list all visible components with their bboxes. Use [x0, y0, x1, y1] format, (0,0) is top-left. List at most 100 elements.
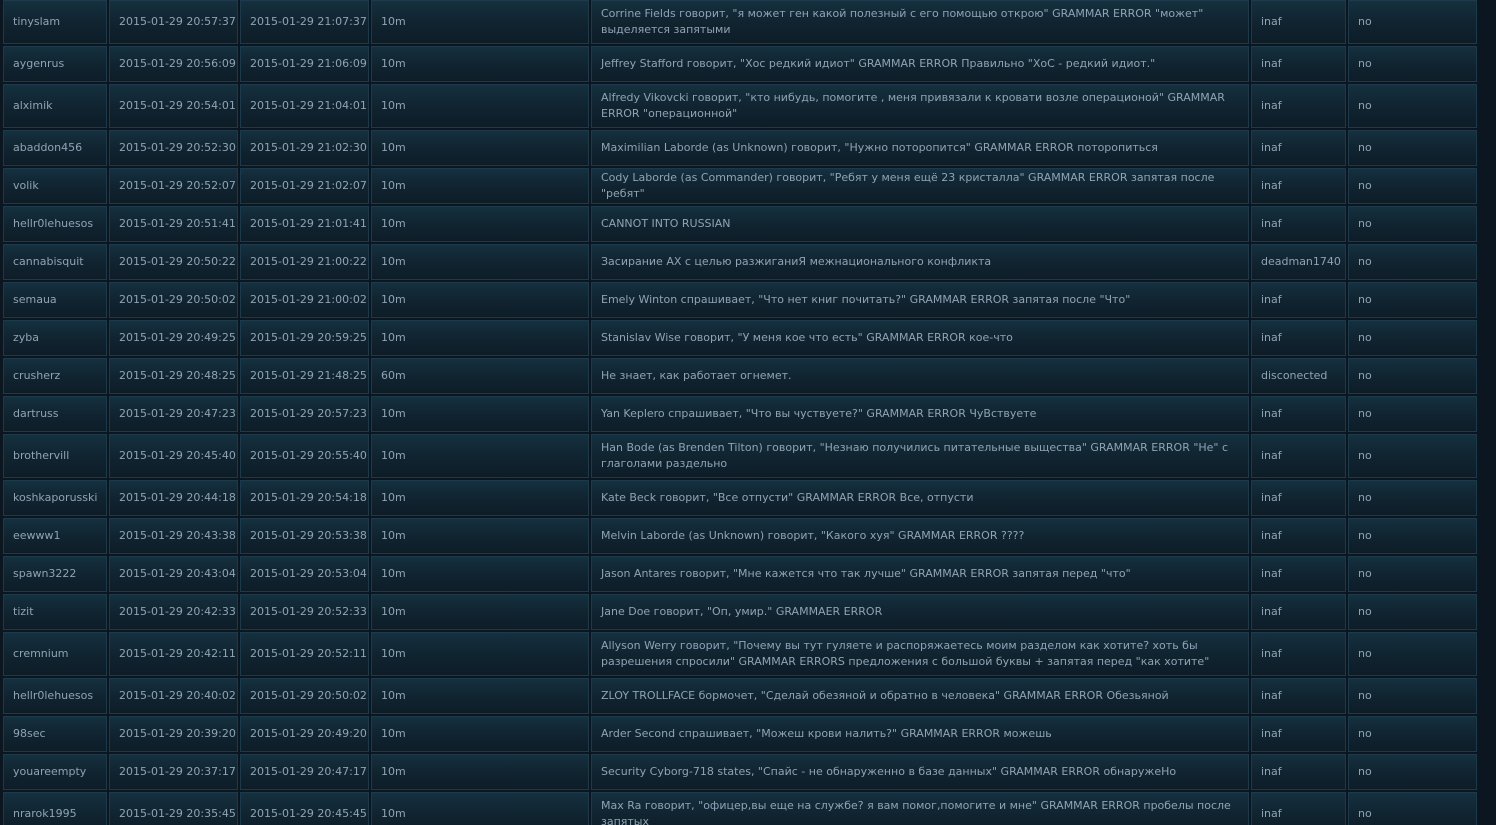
cell-reason: Max Ra говорит, "офицер,вы еще на службе… [591, 792, 1249, 825]
table-row: cannabisquit 2015-01-29 20:50:22 2015-01-2… [3, 244, 1477, 280]
cell-unbanned: no [1348, 46, 1477, 82]
cell-ban-date: 2015-01-29 20:54:01 [109, 84, 238, 128]
cell-unbanned: no [1348, 480, 1477, 516]
cell-admin: inaf [1251, 396, 1346, 432]
cell-expire-date: 2015-01-29 21:04:01 [240, 84, 369, 128]
ban-list-page: tinyslam 2015-01-29 20:57:37 2015-01-29 21… [0, 0, 1496, 825]
cell-admin: disconected [1251, 358, 1346, 394]
cell-admin: inaf [1251, 632, 1346, 676]
cell-expire-date: 2015-01-29 21:48:25 [240, 358, 369, 394]
cell-ban-date: 2015-01-29 20:52:30 [109, 130, 238, 166]
cell-duration: 10m [371, 480, 589, 516]
cell-unbanned: no [1348, 518, 1477, 554]
cell-expire-date: 2015-01-29 21:00:22 [240, 244, 369, 280]
cell-admin: inaf [1251, 480, 1346, 516]
table-row: crusherz 2015-01-29 20:48:25 2015-01-29 21… [3, 358, 1477, 394]
cell-duration: 10m [371, 754, 589, 790]
table-row: volik 2015-01-29 20:52:07 2015-01-29 21:02… [3, 168, 1477, 204]
cell-ckey: crusherz [3, 358, 107, 394]
cell-duration: 10m [371, 0, 589, 44]
table-row: koshkaporusski 2015-01-29 20:44:18 2015-01… [3, 480, 1477, 516]
cell-unbanned: no [1348, 358, 1477, 394]
cell-ckey: hellr0lehuesos [3, 206, 107, 242]
cell-expire-date: 2015-01-29 20:57:23 [240, 396, 369, 432]
cell-expire-date: 2015-01-29 20:54:18 [240, 480, 369, 516]
cell-unbanned: no [1348, 320, 1477, 356]
cell-reason: ZLOY TROLLFACE бормочет, "Сделай обезяно… [591, 678, 1249, 714]
ban-table: tinyslam 2015-01-29 20:57:37 2015-01-29 21… [1, 0, 1479, 825]
cell-ban-date: 2015-01-29 20:45:40 [109, 434, 238, 478]
table-row: semaua 2015-01-29 20:50:02 2015-01-29 21:0… [3, 282, 1477, 318]
cell-reason: Jason Antares говорит, "Мне кажется что … [591, 556, 1249, 592]
cell-ban-date: 2015-01-29 20:35:45 [109, 792, 238, 825]
cell-reason: Arder Second спрашивает, "Можеш крови на… [591, 716, 1249, 752]
cell-ckey: abaddon456 [3, 130, 107, 166]
cell-unbanned: no [1348, 0, 1477, 44]
table-row: alximik 2015-01-29 20:54:01 2015-01-29 21:… [3, 84, 1477, 128]
cell-expire-date: 2015-01-29 21:00:02 [240, 282, 369, 318]
cell-ban-date: 2015-01-29 20:40:02 [109, 678, 238, 714]
cell-unbanned: no [1348, 594, 1477, 630]
cell-ckey: dartruss [3, 396, 107, 432]
cell-ban-date: 2015-01-29 20:52:07 [109, 168, 238, 204]
cell-unbanned: no [1348, 84, 1477, 128]
cell-ckey: brothervill [3, 434, 107, 478]
ban-table-body: tinyslam 2015-01-29 20:57:37 2015-01-29 21… [3, 0, 1477, 825]
cell-admin: inaf [1251, 46, 1346, 82]
cell-unbanned: no [1348, 244, 1477, 280]
cell-reason: Emely Winton спрашивает, "Что нет книг п… [591, 282, 1249, 318]
cell-ban-date: 2015-01-29 20:39:20 [109, 716, 238, 752]
table-row: abaddon456 2015-01-29 20:52:30 2015-01-29 … [3, 130, 1477, 166]
cell-ckey: tinyslam [3, 0, 107, 44]
cell-reason: Kate Beck говорит, "Все отпусти" GRAMMAR… [591, 480, 1249, 516]
scrollbar-track[interactable] [1480, 0, 1496, 825]
cell-reason: Jeffrey Stafford говорит, "Хос редкий ид… [591, 46, 1249, 82]
cell-unbanned: no [1348, 556, 1477, 592]
cell-unbanned: no [1348, 716, 1477, 752]
table-row: zyba 2015-01-29 20:49:25 2015-01-29 20:59:… [3, 320, 1477, 356]
cell-reason: Alfredy Vikovcki говорит, "кто нибудь, п… [591, 84, 1249, 128]
table-row: spawn3222 2015-01-29 20:43:04 2015-01-29 2… [3, 556, 1477, 592]
cell-unbanned: no [1348, 396, 1477, 432]
cell-duration: 60m [371, 358, 589, 394]
cell-duration: 10m [371, 320, 589, 356]
cell-duration: 10m [371, 84, 589, 128]
cell-unbanned: no [1348, 792, 1477, 825]
cell-expire-date: 2015-01-29 20:59:25 [240, 320, 369, 356]
cell-expire-date: 2015-01-29 20:52:33 [240, 594, 369, 630]
cell-ckey: spawn3222 [3, 556, 107, 592]
cell-unbanned: no [1348, 632, 1477, 676]
cell-expire-date: 2015-01-29 20:49:20 [240, 716, 369, 752]
cell-duration: 10m [371, 678, 589, 714]
cell-ckey: eewww1 [3, 518, 107, 554]
cell-admin: inaf [1251, 754, 1346, 790]
cell-unbanned: no [1348, 434, 1477, 478]
cell-duration: 10m [371, 244, 589, 280]
cell-admin: inaf [1251, 84, 1346, 128]
cell-admin: inaf [1251, 594, 1346, 630]
cell-reason: Melvin Laborde (as Unknown) говорит, "Ка… [591, 518, 1249, 554]
cell-reason: Han Bode (as Brenden Tilton) говорит, "Н… [591, 434, 1249, 478]
cell-unbanned: no [1348, 168, 1477, 204]
cell-admin: inaf [1251, 0, 1346, 44]
table-row: cremnium 2015-01-29 20:42:11 2015-01-29 20… [3, 632, 1477, 676]
cell-duration: 10m [371, 556, 589, 592]
cell-reason: Не знает, как работает огнемет. [591, 358, 1249, 394]
cell-ckey: aygenrus [3, 46, 107, 82]
cell-ban-date: 2015-01-29 20:42:11 [109, 632, 238, 676]
cell-admin: inaf [1251, 434, 1346, 478]
cell-duration: 10m [371, 282, 589, 318]
cell-expire-date: 2015-01-29 21:06:09 [240, 46, 369, 82]
cell-reason: Allyson Werry говорит, "Почему вы тут гу… [591, 632, 1249, 676]
cell-duration: 10m [371, 130, 589, 166]
cell-ckey: tizit [3, 594, 107, 630]
cell-duration: 10m [371, 632, 589, 676]
cell-reason: CANNOT INTO RUSSIAN [591, 206, 1249, 242]
cell-expire-date: 2015-01-29 20:45:45 [240, 792, 369, 825]
cell-ckey: koshkaporusski [3, 480, 107, 516]
cell-admin: inaf [1251, 282, 1346, 318]
cell-unbanned: no [1348, 282, 1477, 318]
cell-admin: inaf [1251, 320, 1346, 356]
table-row: 98sec 2015-01-29 20:39:20 2015-01-29 20:49… [3, 716, 1477, 752]
cell-expire-date: 2015-01-29 20:52:11 [240, 632, 369, 676]
